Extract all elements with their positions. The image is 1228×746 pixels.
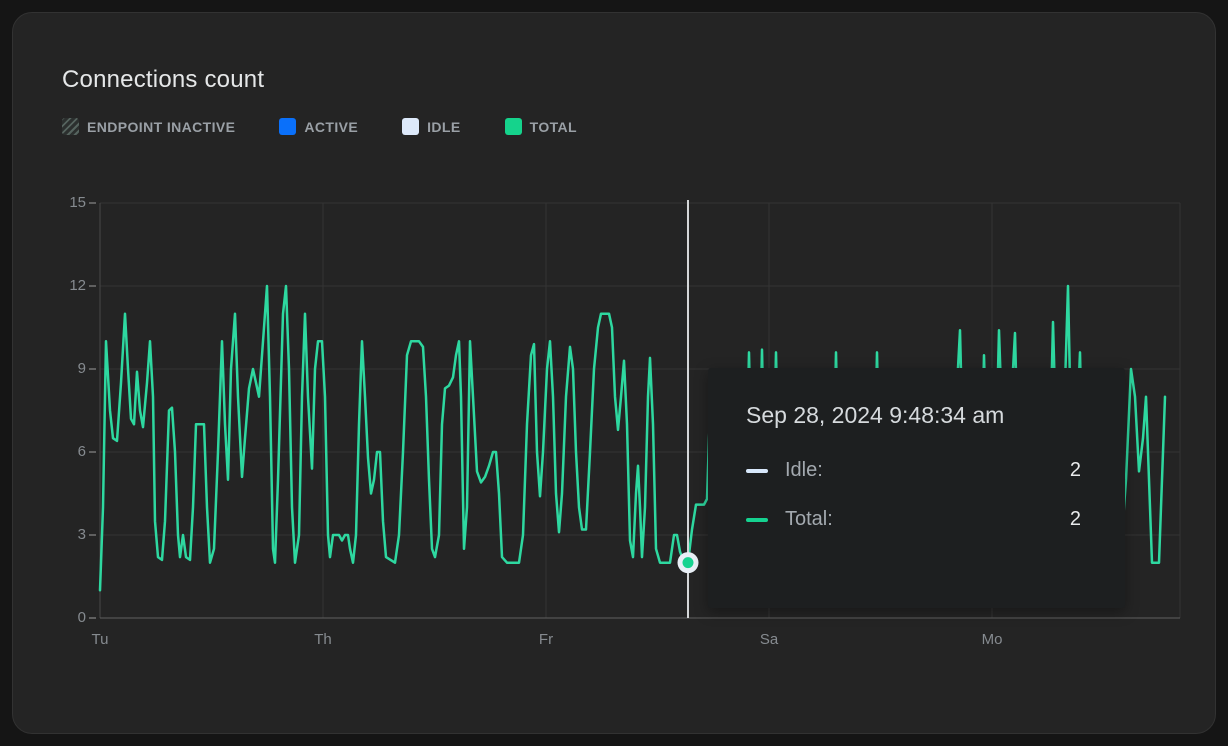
series-dash-icon xyxy=(746,469,768,473)
legend-label: IDLE xyxy=(427,119,461,135)
tooltip-series-value: 2 xyxy=(1070,459,1081,482)
tooltip-row-idle: Idle: 2 xyxy=(746,459,1081,482)
tooltip-rows: Idle: 2 Total: 2 xyxy=(746,459,1081,531)
chart-legend: ENDPOINT INACTIVE ACTIVE IDLE TOTAL xyxy=(62,118,577,135)
legend-label: ENDPOINT INACTIVE xyxy=(87,119,235,135)
y-axis-tick-label: 3 xyxy=(40,526,86,543)
tooltip-series-label: Total: xyxy=(785,508,833,531)
tooltip-series-label: Idle: xyxy=(785,459,823,482)
y-axis-tick-label: 6 xyxy=(40,443,86,460)
legend-swatch-icon xyxy=(279,118,296,135)
legend-swatch-icon xyxy=(402,118,419,135)
legend-item-total[interactable]: TOTAL xyxy=(505,118,577,135)
y-axis-tick-label: 15 xyxy=(40,194,86,211)
legend-item-endpoint-inactive[interactable]: ENDPOINT INACTIVE xyxy=(62,118,235,135)
legend-item-idle[interactable]: IDLE xyxy=(402,118,461,135)
legend-label: TOTAL xyxy=(530,119,577,135)
tooltip-series-value: 2 xyxy=(1070,508,1081,531)
x-axis-tick-label: Th xyxy=(314,631,332,648)
series-dash-icon xyxy=(746,518,768,522)
tooltip-row-total: Total: 2 xyxy=(746,508,1081,531)
x-axis-tick-label: Sa xyxy=(760,631,778,648)
y-axis-tick-label: 9 xyxy=(40,360,86,377)
legend-item-active[interactable]: ACTIVE xyxy=(279,118,358,135)
x-axis-tick-label: Mo xyxy=(982,631,1003,648)
chart-tooltip: Sep 28, 2024 9:48:34 am Idle: 2 Total: 2 xyxy=(708,368,1125,608)
x-axis-tick-label: Fr xyxy=(539,631,553,648)
dashboard-page: Connections count ENDPOINT INACTIVE ACTIV… xyxy=(0,0,1228,746)
tooltip-timestamp: Sep 28, 2024 9:48:34 am xyxy=(746,402,1081,429)
y-axis-tick-label: 0 xyxy=(40,609,86,626)
x-axis-tick-label: Tu xyxy=(92,631,109,648)
chart-title: Connections count xyxy=(62,66,264,94)
legend-swatch-icon xyxy=(505,118,522,135)
legend-label: ACTIVE xyxy=(304,119,358,135)
y-axis-tick-label: 12 xyxy=(40,277,86,294)
legend-swatch-icon xyxy=(62,118,79,135)
